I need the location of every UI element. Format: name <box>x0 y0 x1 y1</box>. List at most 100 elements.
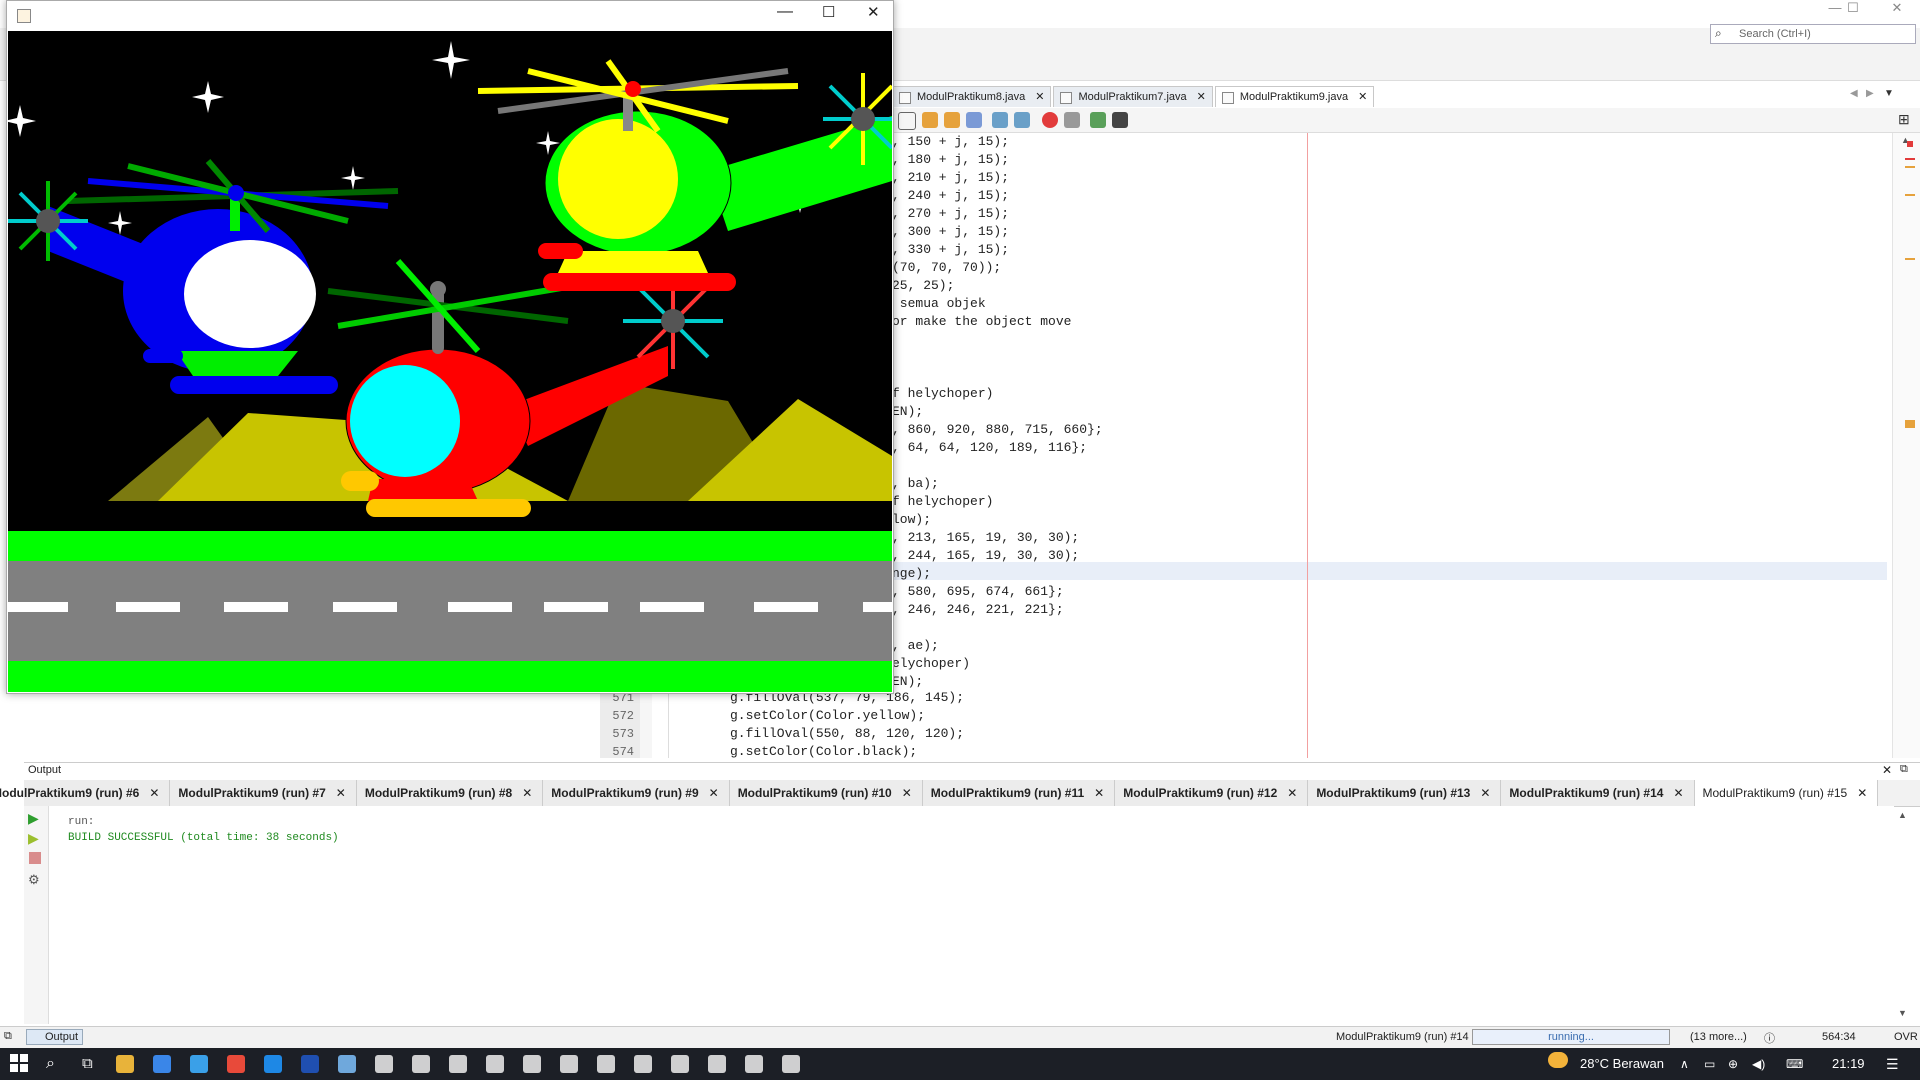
prev-bookmark-icon[interactable] <box>922 112 938 128</box>
java-app-icon[interactable] <box>523 1055 541 1073</box>
tab-scroll-right-icon[interactable]: ▶ <box>1866 88 1874 99</box>
code-line[interactable]: , 270 + j, 15); <box>892 205 1009 223</box>
code-line[interactable]: g.setColor(Color.black); <box>730 743 917 761</box>
ide-maximize-button[interactable]: ☐ <box>1830 0 1876 16</box>
comment-icon[interactable] <box>1090 112 1106 128</box>
close-tab-icon[interactable]: ✕ <box>1673 786 1683 800</box>
code-line[interactable]: , 300 + j, 15); <box>892 223 1009 241</box>
code-line[interactable]: f helychoper) <box>892 493 993 511</box>
output-tab[interactable]: ModulPraktikum9 (run) #7 ✕ <box>170 780 357 806</box>
code-line[interactable]: , ba); <box>892 475 939 493</box>
mail-icon[interactable] <box>190 1055 208 1073</box>
minimize-icon[interactable]: — <box>777 3 793 21</box>
start-icon[interactable] <box>10 1054 28 1072</box>
close-tab-icon[interactable]: ✕ <box>522 786 532 800</box>
tab-modulpraktikum8[interactable]: ModulPraktikum8.java ✕ <box>892 86 1052 107</box>
code-line[interactable]: or make the object move <box>892 313 1071 331</box>
editor-scrollbar[interactable]: ▲ <box>1892 133 1920 758</box>
close-tab-icon[interactable]: ✕ <box>902 786 912 800</box>
close-icon[interactable]: ✕ <box>1882 763 1892 777</box>
java-app-icon[interactable] <box>708 1055 726 1073</box>
code-line[interactable]: nge); <box>892 565 931 583</box>
tray-chevron-icon[interactable]: ∧ <box>1680 1048 1689 1080</box>
netbeans-icon[interactable] <box>338 1055 356 1073</box>
code-line[interactable]: , 246, 246, 221, 221}; <box>892 601 1064 619</box>
code-line[interactable]: g.fillOval(550, 88, 120, 120); <box>730 725 964 743</box>
photoshop-icon[interactable] <box>301 1055 319 1073</box>
settings-icon[interactable]: ⚙ <box>28 872 40 888</box>
code-line[interactable]: (70, 70, 70)); <box>892 259 1001 277</box>
weather-text[interactable]: 28°C Berawan <box>1580 1048 1664 1080</box>
code-line[interactable]: , 180 + j, 15); <box>892 151 1009 169</box>
java-app-icon[interactable] <box>634 1055 652 1073</box>
java-app-icon[interactable] <box>597 1055 615 1073</box>
code-line[interactable]: , 213, 165, 19, 30, 30); <box>892 529 1079 547</box>
tab-list-icon[interactable]: ▼ <box>1884 88 1894 99</box>
java-app-icon[interactable] <box>486 1055 504 1073</box>
more-tasks[interactable]: (13 more...) <box>1690 1031 1747 1043</box>
toggle-bookmark-icon[interactable] <box>966 112 982 128</box>
notifications-icon[interactable]: ☰ <box>1886 1048 1899 1080</box>
code-line[interactable]: , 244, 165, 19, 30, 30); <box>892 547 1079 565</box>
java-app-icon[interactable] <box>412 1055 430 1073</box>
java-app-icon[interactable] <box>375 1055 393 1073</box>
close-icon[interactable]: ✕ <box>867 3 880 21</box>
code-line[interactable]: , ae); <box>892 637 939 655</box>
code-line[interactable]: , 860, 920, 880, 715, 660}; <box>892 421 1103 439</box>
output-tab[interactable]: ModulPraktikum9 (run) #9 ✕ <box>543 780 730 806</box>
shift-left-icon[interactable] <box>992 112 1008 128</box>
file-explorer-icon[interactable] <box>116 1055 134 1073</box>
output-scroll-up-icon[interactable]: ▲ <box>1898 810 1907 820</box>
volume-icon[interactable]: ◀) <box>1752 1048 1765 1080</box>
close-tab-icon[interactable]: ✕ <box>1857 786 1867 800</box>
start-macro-icon[interactable] <box>1042 112 1058 128</box>
output-tab[interactable]: ModulPraktikum9 (run) #15 ✕ <box>1694 780 1879 806</box>
split-editor-icon[interactable]: ⊞ <box>1898 111 1910 128</box>
code-line[interactable]: , 64, 64, 120, 189, 116}; <box>892 439 1087 457</box>
code-line[interactable]: , 150 + j, 15); <box>892 133 1009 151</box>
code-line[interactable]: , 330 + j, 15); <box>892 241 1009 259</box>
code-line[interactable]: g.setColor(Color.yellow); <box>730 707 925 725</box>
chrome-icon[interactable] <box>227 1055 245 1073</box>
weather-icon[interactable] <box>1548 1052 1568 1068</box>
close-tab-icon[interactable]: ✕ <box>149 786 159 800</box>
next-bookmark-icon[interactable] <box>944 112 960 128</box>
close-tab-icon[interactable]: ✕ <box>709 786 719 800</box>
search-input[interactable]: ⌕ Search (Ctrl+I) <box>1710 24 1916 44</box>
output-tab[interactable]: ModulPraktikum9 (run) #8 ✕ <box>356 780 544 806</box>
search-icon[interactable]: ⌕ <box>46 1048 55 1080</box>
output-window-button[interactable]: Output <box>26 1029 84 1045</box>
ide-close-button[interactable]: ✕ <box>1874 0 1920 16</box>
code-line[interactable]: EN); <box>892 403 923 421</box>
close-tab-icon[interactable]: ✕ <box>1035 91 1044 103</box>
code-line[interactable]: , 240 + j, 15); <box>892 187 1009 205</box>
output-tab[interactable]: ModulPraktikum9 (run) #12 ✕ <box>1115 780 1309 806</box>
java-app-icon[interactable] <box>449 1055 467 1073</box>
close-tab-icon[interactable]: ✕ <box>1197 91 1206 103</box>
battery-icon[interactable]: ▭ <box>1704 1048 1715 1080</box>
java-app-icon[interactable] <box>671 1055 689 1073</box>
rerun-params-icon[interactable]: ▶ <box>28 830 39 847</box>
output-tab[interactable]: ModulPraktikum9 (run) #10 ✕ <box>729 780 923 806</box>
store-icon[interactable] <box>153 1055 171 1073</box>
output-tab[interactable]: ModulPraktikum9 (run) #11 ✕ <box>922 780 1116 806</box>
output-tab[interactable]: ModulPraktikum9 (run) #6 ✕ <box>0 780 171 806</box>
java-app-window[interactable]: — ☐ ✕ <box>6 0 894 694</box>
java-app-icon[interactable] <box>745 1055 763 1073</box>
code-line[interactable]: , 210 + j, 15); <box>892 169 1009 187</box>
java-app-icon[interactable] <box>560 1055 578 1073</box>
close-tab-icon[interactable]: ✕ <box>1287 786 1297 800</box>
code-line[interactable]: 25, 25); <box>892 277 954 295</box>
edge-icon[interactable] <box>264 1055 282 1073</box>
shift-right-icon[interactable] <box>1014 112 1030 128</box>
close-tab-icon[interactable]: ✕ <box>1094 786 1104 800</box>
stop-icon[interactable] <box>29 852 41 864</box>
tab-modulpraktikum9[interactable]: ModulPraktikum9.java ✕ <box>1214 86 1375 107</box>
code-line[interactable]: f helychoper) <box>892 385 993 403</box>
tab-scroll-left-icon[interactable]: ◀ <box>1850 88 1858 99</box>
code-line[interactable]: low); <box>892 511 931 529</box>
rerun-icon[interactable]: ▶ <box>28 810 39 827</box>
close-tab-icon[interactable]: ✕ <box>1358 91 1367 103</box>
stop-macro-icon[interactable] <box>1064 112 1080 128</box>
close-tab-icon[interactable]: ✕ <box>336 786 346 800</box>
